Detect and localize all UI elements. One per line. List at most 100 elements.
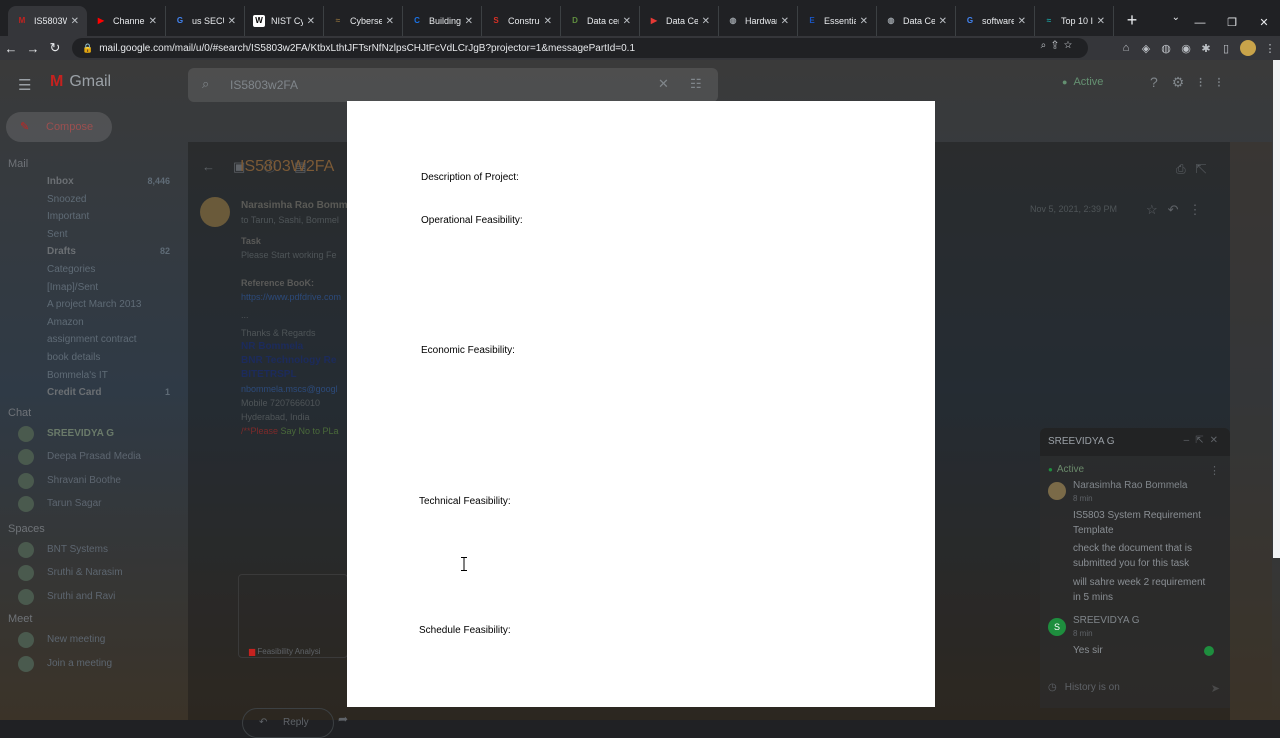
sidebar-folder[interactable]: book details: [0, 349, 186, 367]
search-icon[interactable]: ⌕: [202, 76, 209, 92]
chat-item[interactable]: SREEVIDYA G: [0, 422, 186, 446]
browser-tab[interactable]: ◍ Hardware ✕: [719, 6, 798, 36]
browser-tab[interactable]: Gus SECURI ✕: [166, 6, 245, 36]
sidebar-folder[interactable]: Credit Card 1: [0, 384, 186, 402]
close-tab-icon[interactable]: ✕: [228, 16, 236, 27]
tab-label: Data Cent: [666, 16, 698, 26]
profile-avatar[interactable]: [1240, 40, 1256, 56]
meet-item[interactable]: New meeting: [0, 628, 186, 652]
sender-name[interactable]: Narasimha Rao Bomm: [241, 200, 348, 211]
close-tab-icon[interactable]: ✕: [307, 16, 315, 27]
send-icon[interactable]: ➤: [1211, 682, 1220, 695]
browser-tab[interactable]: Gsoftware r ✕: [956, 6, 1035, 36]
puzzle-icon[interactable]: ✱: [1196, 42, 1216, 55]
forward-icon[interactable]: ➦: [338, 712, 348, 726]
sidebar-folder[interactable]: Bommela's IT: [0, 367, 186, 385]
extension-icon[interactable]: ◍: [1156, 42, 1176, 55]
browser-tab[interactable]: C Building D ✕: [403, 6, 482, 36]
address-bar[interactable]: 🔒 mail.google.com/mail/u/0/#search/IS580…: [72, 38, 1088, 58]
extension-icon[interactable]: ◈: [1136, 42, 1156, 55]
close-tab-icon[interactable]: ✕: [1018, 16, 1026, 27]
recipients[interactable]: to Tarun, Sashi, Bommel: [241, 215, 339, 225]
extension-icon[interactable]: ⌂: [1116, 42, 1136, 54]
omnibox-actions[interactable]: ⌕⇪☆: [1041, 40, 1078, 51]
sidebar-folder[interactable]: Drafts 82: [0, 243, 186, 261]
spaces-section-header[interactable]: Spaces: [0, 520, 186, 538]
space-item[interactable]: Sruthi and Ravi: [0, 585, 186, 609]
close-window-icon[interactable]: ✕: [1248, 0, 1280, 36]
lock-icon[interactable]: 🔒: [82, 43, 93, 54]
close-tab-icon[interactable]: ✕: [386, 16, 394, 27]
chat-menu-icon[interactable]: ⋮: [1209, 464, 1220, 477]
close-tab-icon[interactable]: ✕: [1097, 16, 1105, 27]
close-tab-icon[interactable]: ✕: [702, 16, 710, 27]
browser-tab[interactable]: D Data cent ✕: [561, 6, 640, 36]
sidebar-folder[interactable]: assignment contract: [0, 331, 186, 349]
meet-item[interactable]: Join a meeting: [0, 652, 186, 676]
close-tab-icon[interactable]: ✕: [465, 16, 473, 27]
main-menu-icon[interactable]: ☰: [18, 76, 31, 94]
compose-button[interactable]: ✎ Compose: [6, 112, 112, 142]
sidebar-folder[interactable]: Categories: [0, 261, 186, 279]
email-action-icons[interactable]: ☆↶⋮: [1146, 202, 1212, 218]
chat-item[interactable]: Deepa Prasad Media: [0, 445, 186, 469]
new-tab-button[interactable]: +: [1118, 6, 1146, 36]
space-item[interactable]: Sruthi & Narasim: [0, 561, 186, 585]
browser-tab[interactable]: ≈ Top 10 IT ✕: [1035, 6, 1114, 36]
close-tab-icon[interactable]: ✕: [860, 16, 868, 27]
browser-tab[interactable]: ▶ Data Cent ✕: [640, 6, 719, 36]
message-sender: SREEVIDYA G: [1073, 615, 1140, 626]
close-tab-icon[interactable]: ✕: [149, 16, 157, 27]
sidebar-folder[interactable]: Snoozed: [0, 191, 186, 209]
close-tab-icon[interactable]: ✕: [71, 16, 79, 27]
reload-icon[interactable]: ↻: [44, 40, 66, 56]
chat-item[interactable]: Tarun Sagar: [0, 492, 186, 516]
mail-section-header[interactable]: Mail: [0, 155, 186, 173]
chat-section-header[interactable]: Chat: [0, 404, 186, 422]
page-scrollbar[interactable]: [1273, 60, 1280, 558]
browser-tab[interactable]: ▶ Channel c ✕: [87, 6, 166, 36]
browser-tab[interactable]: E Essential E ✕: [798, 6, 877, 36]
close-tab-icon[interactable]: ✕: [544, 16, 552, 27]
sidebar-folder[interactable]: Amazon: [0, 314, 186, 332]
status-indicator[interactable]: Active: [1062, 76, 1103, 88]
chat-popup-controls[interactable]: –⇱✕: [1184, 435, 1224, 446]
clear-search-icon[interactable]: ✕: [658, 76, 669, 92]
document-page[interactable]: Description of Project: Operational Feas…: [347, 101, 935, 707]
space-item[interactable]: BNT Systems: [0, 538, 186, 562]
back-arrow-icon[interactable]: ←: [0, 41, 22, 56]
extension-icon[interactable]: ◉: [1176, 42, 1196, 55]
close-tab-icon[interactable]: ✕: [939, 16, 947, 27]
sidebar-folder[interactable]: A project March 2013: [0, 296, 186, 314]
forward-arrow-icon[interactable]: →: [22, 41, 44, 56]
minimize-icon[interactable]: —: [1184, 0, 1216, 36]
search-input[interactable]: IS5803w2FA: [230, 78, 298, 92]
attachment-card[interactable]: ▆ Feasibility Analysi: [238, 574, 348, 658]
sidebar-folder[interactable]: Inbox 8,446: [0, 173, 186, 191]
browser-tab[interactable]: ≈ Cybersec ✕: [324, 6, 403, 36]
gmail-logo[interactable]: M Gmail: [50, 73, 111, 91]
sidebar-folder[interactable]: Important: [0, 208, 186, 226]
close-tab-icon[interactable]: ✕: [781, 16, 789, 27]
mail-search-bar[interactable]: ⌕ IS5803w2FA ✕ ☷: [188, 68, 718, 102]
sidebar-folder[interactable]: [Imap]/Sent: [0, 279, 186, 297]
meet-section-header[interactable]: Meet: [0, 610, 186, 628]
tab-search-icon[interactable]: ⌄: [1172, 12, 1180, 23]
header-icons[interactable]: ?⚙⁝⁝: [1150, 74, 1235, 91]
close-tab-icon[interactable]: ✕: [623, 16, 631, 27]
browser-tab[interactable]: ◍ Data Cent ✕: [877, 6, 956, 36]
restore-icon[interactable]: ❐: [1216, 0, 1248, 36]
sender-avatar[interactable]: [200, 197, 230, 227]
browser-tab[interactable]: M IS5803W2 ✕: [8, 6, 87, 36]
browser-menu-icon[interactable]: ⋮: [1260, 42, 1280, 55]
chat-input[interactable]: ◷ History is on: [1048, 682, 1120, 693]
chat-item[interactable]: Shravani Boothe: [0, 469, 186, 493]
browser-tab[interactable]: W NIST Cybe ✕: [245, 6, 324, 36]
print-open-icons[interactable]: ⎙⇱: [1176, 162, 1217, 177]
sidebar-folder[interactable]: Sent: [0, 226, 186, 244]
browser-tab[interactable]: S Construct ✕: [482, 6, 561, 36]
reply-button[interactable]: ↶ Reply: [242, 708, 334, 738]
chat-popup-header[interactable]: SREEVIDYA G –⇱✕: [1040, 428, 1230, 456]
sidebar-toggle-icon[interactable]: ▯: [1216, 42, 1236, 55]
search-options-icon[interactable]: ☷: [690, 76, 702, 92]
